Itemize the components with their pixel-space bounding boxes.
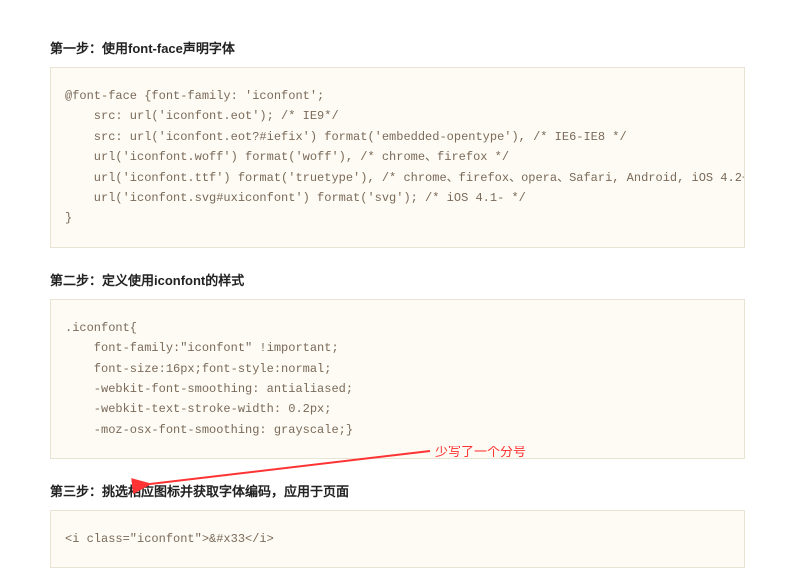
step3-code: <i class="iconfont">&#x33</i>	[50, 510, 745, 568]
step1-title: 第一步：使用font-face声明字体	[50, 38, 745, 57]
step2-code: .iconfont{ font-family:"iconfont" !impor…	[50, 299, 745, 459]
document-content: 第一步：使用font-face声明字体 @font-face {font-fam…	[0, 0, 795, 578]
step2-title: 第二步：定义使用iconfont的样式	[50, 270, 745, 289]
step3-title: 第三步：挑选相应图标并获取字体编码，应用于页面	[50, 481, 745, 500]
step1-code: @font-face {font-family: 'iconfont'; src…	[50, 67, 745, 248]
